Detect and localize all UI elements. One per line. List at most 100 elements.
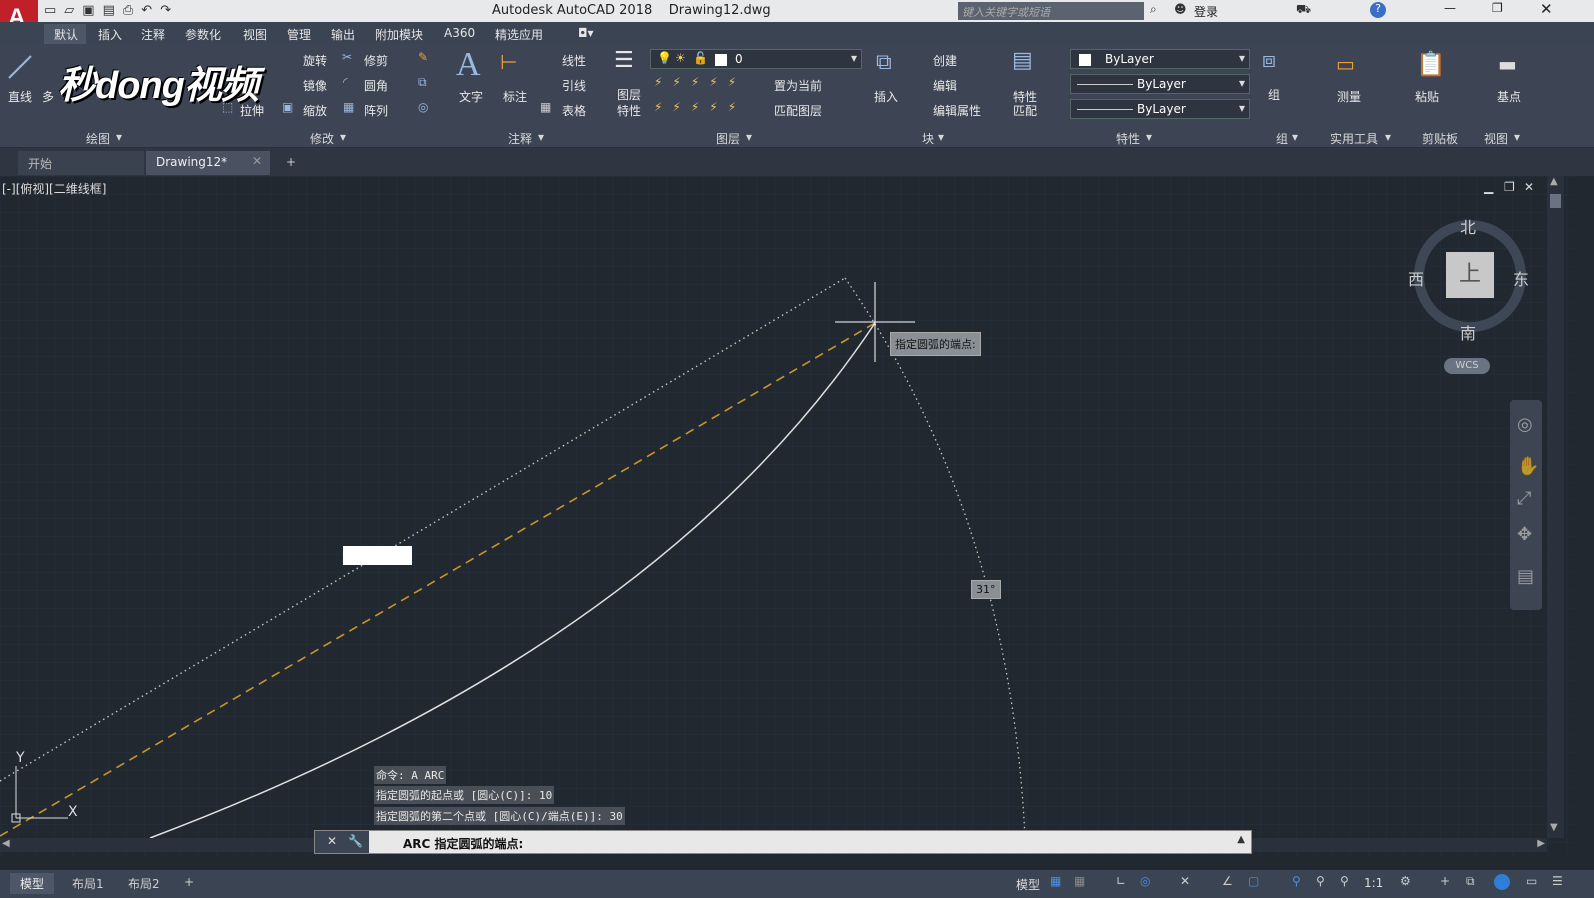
layer-dropdown[interactable]: 💡 ☀ 🔓 0 ▾ [650, 49, 862, 69]
utilities-panel-title[interactable]: 实用工具 [1330, 130, 1378, 147]
save-icon[interactable]: ▣ [82, 3, 102, 18]
tab-parametric[interactable]: 参数化 [185, 26, 221, 43]
block-panel-title[interactable]: 块 [922, 130, 934, 147]
cart-icon[interactable]: ⛟ [1296, 2, 1311, 18]
scroll-down-icon[interactable]: ▼ [1550, 822, 1558, 833]
tab-addins[interactable]: 附加模块 [375, 26, 423, 43]
binoculars-icon[interactable]: ⌕ [1150, 2, 1157, 17]
leader-button[interactable]: 引线 [562, 77, 586, 94]
layers-panel-title[interactable]: 图层 [716, 130, 740, 147]
viewport-controls[interactable]: [-][俯视][二维线框] [2, 180, 106, 197]
layout-tab-2[interactable]: 布局2 [118, 873, 170, 894]
create-button[interactable]: 创建 [933, 52, 957, 69]
properties-panel-arrow[interactable]: ▾ [1146, 130, 1152, 144]
annotation-auto-icon[interactable]: ⚲ [1340, 874, 1349, 888]
layers-panel-arrow[interactable]: ▾ [746, 130, 752, 144]
close-tab-icon[interactable]: ✕ [252, 154, 262, 168]
scroll-left-icon[interactable]: ◀ [2, 838, 10, 849]
undo-icon[interactable]: ↶ [141, 3, 160, 18]
viewcube-south[interactable]: 南 [1460, 320, 1476, 344]
tab-featured[interactable]: 精选应用 [495, 26, 543, 43]
line-button[interactable]: 直线 [8, 88, 32, 105]
search-input[interactable]: 键入关键字或短语 [958, 2, 1144, 20]
lineweight-dropdown[interactable]: ByLayer ▾ [1070, 99, 1250, 119]
new-tab-button[interactable]: + [276, 151, 302, 175]
copy-icon[interactable]: ⧉ [418, 75, 427, 90]
rotate-button[interactable]: 旋转 [303, 52, 327, 69]
viewcube-west[interactable]: 西 [1408, 266, 1424, 290]
viewport-close-icon[interactable]: ✕ [1524, 180, 1534, 194]
layer-properties-button-l2[interactable]: 特性 [617, 102, 641, 119]
plus-icon[interactable]: + [1440, 874, 1450, 888]
dynucs-icon[interactable]: ▢ [1248, 874, 1259, 888]
dimension-button[interactable]: 标注 [503, 88, 527, 105]
view-panel-arrow[interactable]: ▾ [1514, 130, 1520, 144]
tab-manage[interactable]: 管理 [287, 26, 311, 43]
group-button[interactable]: 组 [1268, 86, 1280, 103]
drawing-canvas[interactable]: [-][俯视][二维线框] Y X 指定圆弧的端点: 31° ▁ ❐ ✕ 上 北… [0, 176, 1574, 856]
workspace-gear-icon[interactable]: ⚙ [1400, 874, 1411, 888]
print-icon[interactable]: ⎙ [123, 3, 141, 18]
clipboard-panel-title[interactable]: 剪贴板 [1422, 130, 1458, 147]
customize-command-icon[interactable]: 🔧 [348, 834, 363, 848]
utilities-panel-arrow[interactable]: ▾ [1385, 130, 1391, 144]
measure-button[interactable]: 测量 [1337, 88, 1361, 105]
layer-properties-button-l1[interactable]: 图层 [617, 86, 641, 103]
open-icon[interactable]: ▱ [64, 3, 82, 18]
snap-icon[interactable]: ▦ [1074, 874, 1085, 888]
hardware-acceleration-icon[interactable] [1494, 874, 1510, 890]
linetype-dropdown[interactable]: ByLayer ▾ [1070, 74, 1250, 94]
draw-panel-title[interactable]: 绘图 [86, 130, 110, 147]
properties-panel-title[interactable]: 特性 [1116, 130, 1140, 147]
match-layer-button[interactable]: 匹配图层 [774, 102, 822, 119]
viewport-restore-icon[interactable]: ❐ [1504, 180, 1515, 194]
customization-menu-icon[interactable]: ☰ [1552, 874, 1563, 888]
tab-insert[interactable]: 插入 [98, 26, 122, 43]
tab-annotate[interactable]: 注释 [141, 26, 165, 43]
layout-tab-1[interactable]: 布局1 [62, 873, 114, 894]
signin-link[interactable]: 登录 [1194, 3, 1218, 20]
tab-start[interactable]: 开始 [18, 151, 144, 175]
pan-icon[interactable]: ✋ [1517, 456, 1539, 477]
model-space-button[interactable]: 模型 [1016, 876, 1040, 893]
command-grip[interactable]: ✕ 🔧 [315, 831, 369, 853]
view-panel-title[interactable]: 视图 [1484, 130, 1508, 147]
showmotion-icon[interactable]: ▤ [1517, 566, 1534, 587]
annotation-visibility-icon[interactable]: ⚲ [1292, 874, 1301, 888]
annotation-scale-value[interactable]: 1:1 [1364, 876, 1383, 890]
annotation-panel-arrow[interactable]: ▾ [538, 130, 544, 144]
new-icon[interactable]: ▭ [44, 3, 64, 18]
viewcube-north[interactable]: 北 [1460, 214, 1476, 238]
layer-tools-icon[interactable]: ⚡⚡⚡⚡⚡ [654, 75, 746, 89]
block-panel-arrow[interactable]: ▾ [938, 130, 944, 144]
otrack-icon[interactable]: ∠ [1222, 874, 1233, 888]
modify-panel-arrow[interactable]: ▾ [340, 130, 346, 144]
layout-tab-model[interactable]: 模型 [10, 873, 55, 894]
osnap-icon[interactable]: ✕ [1180, 874, 1190, 888]
group-panel-title[interactable]: 组 [1276, 130, 1288, 147]
text-button[interactable]: 文字 [459, 88, 483, 105]
add-layout-button[interactable]: + [174, 873, 204, 891]
set-current-button[interactable]: 置为当前 [774, 77, 822, 94]
saveas-icon[interactable]: ▤ [103, 3, 123, 18]
grid-icon[interactable]: ▦ [1050, 874, 1061, 888]
viewcube-top-face[interactable]: 上 [1446, 252, 1494, 298]
fillet-button[interactable]: 圆角 [364, 77, 388, 94]
stretch-button[interactable]: 拉伸 [240, 102, 264, 119]
draw-panel-arrow[interactable]: ▾ [116, 130, 122, 144]
zoom-icon[interactable]: ⤢ [1517, 488, 1531, 509]
linear-button[interactable]: 线性 [562, 52, 586, 69]
viewport-minimize-icon[interactable]: ▁ [1484, 180, 1493, 194]
group-panel-arrow[interactable]: ▾ [1292, 130, 1298, 144]
scroll-thumb[interactable] [1550, 194, 1561, 208]
paste-button[interactable]: 粘贴 [1415, 88, 1439, 105]
layer-tools-icon-2[interactable]: ⚡⚡⚡⚡⚡ [654, 100, 746, 114]
scroll-right-icon[interactable]: ▶ [1537, 838, 1545, 849]
array-button[interactable]: 阵列 [364, 102, 388, 119]
redo-icon[interactable]: ↷ [160, 3, 179, 18]
mirror-button[interactable]: 镜像 [303, 77, 327, 94]
isolate-icon[interactable]: ⧉ [1466, 874, 1475, 889]
match-properties-l2[interactable]: 匹配 [1013, 102, 1037, 119]
tab-default[interactable]: 默认 [54, 26, 78, 43]
scale-button[interactable]: 缩放 [303, 102, 327, 119]
